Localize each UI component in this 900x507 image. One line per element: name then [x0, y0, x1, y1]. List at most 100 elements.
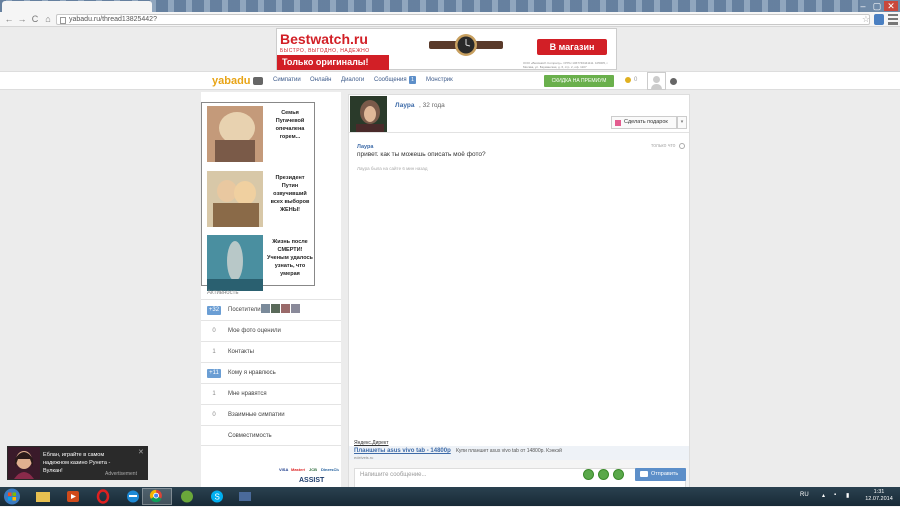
- tray-icon[interactable]: ▪: [834, 492, 836, 498]
- activity-row-i-like[interactable]: 1 Мне нравятся: [201, 383, 341, 404]
- premium-discount-button[interactable]: СКИДКА НА ПРЕМИУМ: [544, 75, 614, 87]
- smiley-icon[interactable]: [598, 469, 609, 480]
- nav-dialogs[interactable]: Диалоги: [341, 77, 364, 83]
- banner-fine-print: ООО «Bestwatch Company». ОГРН 1067746441…: [523, 61, 609, 69]
- news-item[interactable]: Жизнь после СМЕРТИ! Ученым удалось узнат…: [207, 235, 313, 293]
- visitor-avatars: [261, 304, 301, 315]
- context-ad: Планшеты asus vivo tab - 14800р Купи пла…: [349, 446, 689, 460]
- news-title: Жизнь после СМЕРТИ! Ученым удалось узнат…: [267, 239, 313, 277]
- taskbar-skype[interactable]: S: [202, 488, 232, 505]
- smiley-icon[interactable]: [613, 469, 624, 480]
- news-widget: Семья Пугачевой опечалена горем... Прези…: [201, 102, 315, 291]
- media-player-icon: [67, 491, 79, 502]
- forward-button[interactable]: →: [16, 13, 28, 25]
- language-indicator[interactable]: RU: [800, 492, 809, 498]
- activity-row-contacts[interactable]: 1 Контакты: [201, 341, 341, 362]
- address-bar[interactable]: yabadu.ru/thread13825442? ☆: [56, 14, 870, 25]
- clock-date: 12.07.2014: [865, 496, 893, 502]
- activity-row-compatibility[interactable]: Совместимость: [201, 425, 341, 446]
- nav-sympathies[interactable]: Симпатии: [273, 77, 301, 83]
- app-icon: [239, 492, 251, 501]
- send-button[interactable]: Отправить: [635, 468, 686, 481]
- activity-row-who-likes-me[interactable]: +11 Кому я нравлюсь: [201, 362, 341, 383]
- taskbar-utorrent[interactable]: [172, 488, 202, 505]
- advertisement-label: Advertisement: [105, 471, 137, 477]
- taskbar-chrome[interactable]: [142, 488, 172, 505]
- news-thumb-3: [207, 235, 263, 291]
- nav-monster[interactable]: Монстрик: [426, 77, 453, 83]
- download-icon[interactable]: [874, 14, 884, 25]
- activity-row-photo-rated[interactable]: 0 Мое фото оценили: [201, 320, 341, 341]
- bookmark-star-icon[interactable]: ☆: [862, 14, 870, 25]
- start-button[interactable]: [2, 488, 22, 505]
- reload-button[interactable]: C: [29, 13, 41, 25]
- gift-button-label: Сделать подарок: [624, 119, 668, 125]
- message-text: привет. как ты можешь описать моё фото?: [357, 151, 486, 158]
- partner-avatar[interactable]: [350, 96, 387, 132]
- taskbar-explorer[interactable]: [28, 488, 58, 505]
- activity-heading: Активность: [207, 290, 239, 296]
- system-clock[interactable]: 1:31 12.07.2014: [862, 489, 896, 503]
- site-logo[interactable]: yabadu: [212, 75, 251, 87]
- visa-logo: VISA: [279, 467, 289, 472]
- activity-row-mutual[interactable]: 0 Взаимные симпатии: [201, 404, 341, 425]
- activity-label: Кому я нравлюсь: [228, 370, 276, 376]
- visitor-avatar[interactable]: [261, 304, 270, 313]
- my-avatar[interactable]: [647, 72, 666, 90]
- smiley-icon[interactable]: [583, 469, 594, 480]
- news-item[interactable]: Семья Пугачевой опечалена горем...: [207, 106, 313, 164]
- ad-description: Купи планшет asus vivo tab от 14800р. Кэ…: [456, 448, 562, 454]
- chevron-down-icon[interactable]: ▾: [677, 116, 687, 129]
- banner-brand: Bestwatch.ru: [280, 31, 368, 47]
- menu-icon[interactable]: [888, 14, 898, 25]
- skype-icon: S: [211, 490, 223, 503]
- activity-count: 1: [212, 391, 216, 397]
- casino-popup-ad[interactable]: Еблан, играйте в самом надежном казино Р…: [7, 446, 148, 480]
- clock-icon: [679, 143, 685, 149]
- maximize-button[interactable]: ▢: [870, 1, 884, 11]
- chat-bubble-icon[interactable]: [253, 77, 263, 85]
- visitor-avatar[interactable]: [271, 304, 280, 313]
- news-item[interactable]: Президент Путин озвучивший всех выборов …: [207, 171, 313, 229]
- back-button[interactable]: ←: [3, 13, 15, 25]
- activity-count: [207, 432, 221, 441]
- message-sender[interactable]: Лаура: [357, 144, 373, 150]
- activity-count: 1: [212, 349, 216, 355]
- activity-count: 0: [212, 412, 216, 418]
- folder-icon: [36, 492, 50, 502]
- minimize-button[interactable]: –: [856, 1, 870, 11]
- partner-name[interactable]: Лаура: [395, 102, 414, 109]
- activity-label: Мне нравятся: [228, 391, 267, 397]
- close-icon[interactable]: ✕: [138, 448, 144, 456]
- tray-icon[interactable]: ▴: [822, 492, 825, 499]
- clock-time: 1:31: [873, 489, 885, 495]
- ad-link[interactable]: Планшеты asus vivo tab - 14800р: [354, 448, 451, 454]
- banner-slogan: БЫСТРО, ВЫГОДНО, НАДЕЖНО: [280, 48, 370, 54]
- chrome-icon: [149, 489, 162, 503]
- activity-label: Контакты: [228, 349, 254, 355]
- shop-button[interactable]: В магазин: [537, 39, 607, 55]
- send-gift-button[interactable]: Сделать подарок: [611, 116, 677, 129]
- nav-messages[interactable]: Сообщения: [374, 77, 407, 83]
- watch-image: [429, 34, 503, 56]
- gift-icon: [615, 120, 621, 126]
- browser-tab[interactable]: [2, 1, 152, 12]
- taskbar-opera[interactable]: [88, 488, 118, 505]
- windows-taskbar: S RU ▴ ▪ ▮ 1:31 12.07.2014: [0, 487, 900, 506]
- visitor-avatar[interactable]: [281, 304, 290, 313]
- nav-online[interactable]: Онлайн: [310, 77, 331, 83]
- activity-row-visitors[interactable]: +32 Посетители: [201, 299, 341, 320]
- visitor-avatar[interactable]: [291, 304, 300, 313]
- home-button[interactable]: ⌂: [42, 13, 54, 25]
- taskbar-media[interactable]: [58, 488, 88, 505]
- news-title: Президент Путин озвучивший всех выборов …: [270, 175, 310, 213]
- browser-tabstrip: – ▢ ✕: [0, 0, 900, 12]
- activity-label: Мое фото оценили: [228, 328, 281, 334]
- profile-menu-icon[interactable]: [670, 78, 677, 85]
- network-icon[interactable]: ▮: [846, 492, 849, 499]
- taskbar-app[interactable]: [230, 488, 260, 505]
- utorrent-icon: [181, 490, 193, 503]
- close-window-button[interactable]: ✕: [884, 1, 898, 11]
- news-title: Семья Пугачевой опечалена горем...: [275, 110, 305, 140]
- bestwatch-banner[interactable]: Bestwatch.ru БЫСТРО, ВЫГОДНО, НАДЕЖНО То…: [276, 28, 617, 70]
